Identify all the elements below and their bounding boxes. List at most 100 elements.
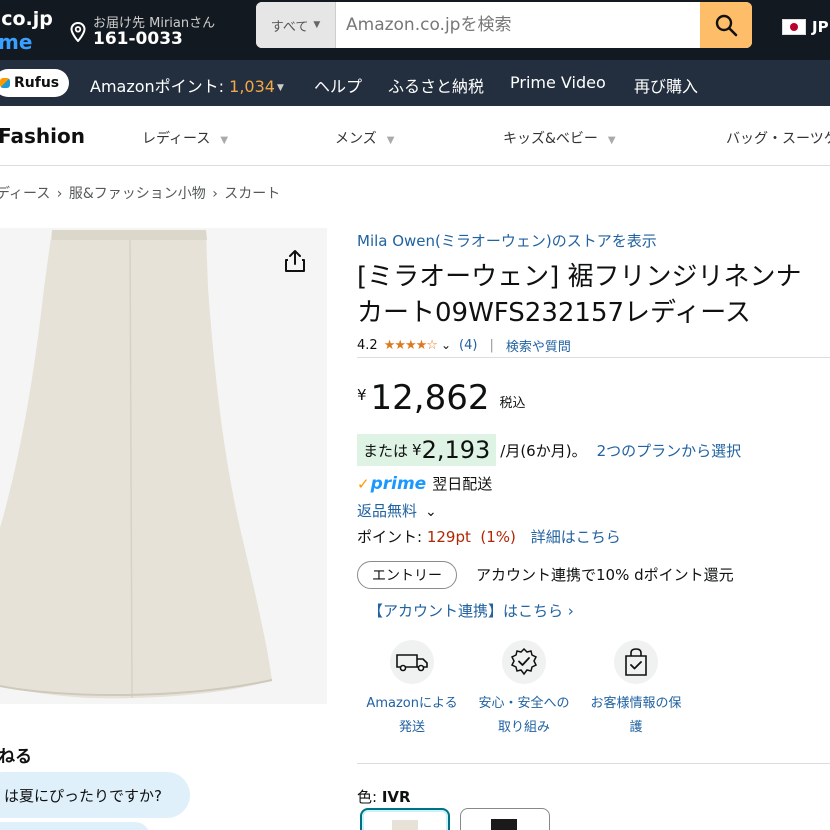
delivery-van-icon xyxy=(390,640,434,684)
rufus-icon xyxy=(0,78,10,88)
category-ladies[interactable]: レディース ▼ xyxy=(142,128,228,148)
rufus-label: Rufus xyxy=(14,75,60,91)
security-badge-icon xyxy=(502,640,546,684)
divider xyxy=(357,357,830,358)
feature-safety-line2: 取り組み xyxy=(497,720,550,735)
rufus-button[interactable]: Rufus xyxy=(0,69,70,97)
caret-down-icon: ▼ xyxy=(313,20,321,30)
color-selection-label: 色: IVR xyxy=(357,786,411,807)
breadcrumb: ディース › 服&ファッション小物 › スカート xyxy=(0,183,282,203)
feature-amazon-shipping[interactable]: Amazonによる 発送 xyxy=(352,640,472,740)
prime-delivery: ✓ prime 翌日配送 xyxy=(357,473,492,494)
category-ladies-label: レディース xyxy=(142,131,211,147)
points-label: ポイント: xyxy=(357,528,427,546)
installment-term: /月(6か月)。 xyxy=(500,441,587,460)
postal-code: 161-0033 xyxy=(93,29,183,49)
fashion-store-title[interactable]: Fashion xyxy=(0,124,85,148)
caret-down-icon: ▼ xyxy=(276,83,284,93)
nav-buy-again[interactable]: 再び購入 xyxy=(634,73,698,97)
entry-button[interactable]: エントリー xyxy=(357,561,457,589)
free-returns[interactable]: 返品無料 ⌄ xyxy=(357,500,437,521)
ivr-swatch-thumbnail xyxy=(392,820,418,830)
points-value: 129pt (1%) xyxy=(426,528,516,546)
breadcrumb-apparel[interactable]: 服&ファッション小物 xyxy=(69,186,206,202)
fashion-category-bar: Fashion レディース ▼ メンズ ▼ キッズ&ベビー ▼ バッグ・スーツケ xyxy=(0,106,830,166)
prime-check-icon: ✓ xyxy=(357,474,370,493)
breadcrumb-separator: › xyxy=(212,186,218,202)
installment-row: または ¥ 2,193 /月(6か月)。 2つのプランから選択 xyxy=(357,434,741,466)
star-rating-icon[interactable]: ★★★★☆ xyxy=(384,338,438,353)
breadcrumb-skirt[interactable]: スカート xyxy=(224,186,280,202)
ask-question-chip[interactable] xyxy=(0,822,150,830)
search-bar: すべて ▼ xyxy=(256,2,752,48)
free-returns-label: 返品無料 xyxy=(357,502,418,520)
breadcrumb-separator: › xyxy=(56,186,63,202)
top-navigation: .co.jp me お届け先 Mirianさん 161-0033 すべて ▼ J… xyxy=(0,0,830,60)
category-bags[interactable]: バッグ・スーツケ xyxy=(726,128,830,148)
dpoint-promo-text: アカウント連携で10% dポイント還元 xyxy=(476,566,734,584)
feature-safety[interactable]: 安心・安全への 取り組み xyxy=(464,640,584,740)
amazon-points-label: Amazonポイント: xyxy=(90,77,230,96)
product-title-line2: カート09WFS232157レディース xyxy=(357,298,751,328)
installment-amount: 2,193 xyxy=(421,436,491,464)
search-qa-link[interactable]: 検索や質問 xyxy=(506,336,571,355)
account-link[interactable]: 【アカウント連携】はこちら › xyxy=(368,600,574,621)
search-category-label: すべて xyxy=(270,19,309,35)
category-kids-label: キッズ&ベビー xyxy=(503,131,598,147)
location-pin-icon xyxy=(70,22,86,42)
skirt-image xyxy=(0,230,273,699)
secondary-navigation: Rufus Amazonポイント: 1,034 ▼ ヘルプ ふるさと納税 Prim… xyxy=(0,60,830,106)
color-value: IVR xyxy=(381,788,411,806)
search-category-dropdown[interactable]: すべて ▼ xyxy=(256,2,336,48)
amazon-points-value: 1,034 xyxy=(229,77,275,96)
amazon-points-menu[interactable]: Amazonポイント: 1,034 ▼ xyxy=(90,73,284,97)
category-bags-label: バッグ・スーツケ xyxy=(726,131,830,147)
caret-down-icon: ▼ xyxy=(220,135,229,146)
ask-rufus-title: ねる xyxy=(0,747,32,767)
share-icon[interactable] xyxy=(282,248,308,274)
installment-currency: ¥ xyxy=(412,441,422,459)
language-label: JP xyxy=(812,18,829,36)
tax-included-label: 税込 xyxy=(499,396,526,411)
caret-down-icon: ▼ xyxy=(386,135,395,146)
feature-privacy-line1: お客様情報の保 xyxy=(590,696,682,711)
color-swatch-ivr[interactable] xyxy=(360,808,450,830)
nav-help[interactable]: ヘルプ xyxy=(314,73,362,97)
product-title-line1: [ミラオーウェン] 裾フリンジリネンナ xyxy=(357,262,802,292)
color-swatch-black[interactable] xyxy=(460,808,550,830)
installment-highlight: または ¥ 2,193 xyxy=(357,434,497,466)
category-kids-baby[interactable]: キッズ&ベビー ▼ xyxy=(503,128,616,148)
rating-row: 4.2 ★★★★☆ ⌄ (4) | 検索や質問 xyxy=(357,335,571,355)
points-row: ポイント: 129pt (1%) 詳細はこちら xyxy=(357,526,621,547)
installment-plans-link[interactable]: 2つのプランから選択 xyxy=(597,440,742,461)
amazon-logo-domain[interactable]: .co.jp xyxy=(0,8,53,30)
separator: | xyxy=(489,337,494,353)
feature-privacy[interactable]: お客様情報の保 護 xyxy=(576,640,696,740)
lock-bag-icon xyxy=(614,640,658,684)
amazon-logo-prime[interactable]: me xyxy=(0,30,32,54)
nav-furusato-tax[interactable]: ふるさと納税 xyxy=(388,73,484,97)
search-button[interactable] xyxy=(700,2,752,48)
rating-value: 4.2 xyxy=(357,337,378,353)
search-input[interactable] xyxy=(336,2,700,48)
ask-question-chip[interactable]: は夏にぴったりですか? xyxy=(0,772,190,818)
breadcrumb-ladies[interactable]: ディース xyxy=(0,186,50,202)
price: ¥ 12,862 税込 xyxy=(357,378,526,418)
category-mens[interactable]: メンズ ▼ xyxy=(335,128,394,148)
prime-delivery-text: 翌日配送 xyxy=(432,475,493,493)
language-selector[interactable]: JP xyxy=(782,18,829,36)
points-details-link[interactable]: 詳細はこちら xyxy=(531,528,621,546)
feature-privacy-line2: 護 xyxy=(629,720,643,735)
category-mens-label: メンズ xyxy=(335,131,377,147)
store-link[interactable]: Mila Owen(ミラオーウェン)のストアを表示 xyxy=(357,230,657,251)
chevron-down-icon: ⌄ xyxy=(425,504,437,520)
caret-down-icon: ▼ xyxy=(607,135,616,146)
review-count-link[interactable]: (4) xyxy=(459,338,477,353)
price-currency: ¥ xyxy=(357,386,367,404)
chevron-down-icon[interactable]: ⌄ xyxy=(441,338,451,352)
product-image[interactable] xyxy=(0,228,327,704)
price-amount: 12,862 xyxy=(370,378,490,418)
installment-prefix: または xyxy=(363,441,409,460)
delivery-location[interactable]: お届け先 Mirianさん 161-0033 xyxy=(70,6,240,50)
nav-prime-video[interactable]: Prime Video xyxy=(510,73,606,92)
